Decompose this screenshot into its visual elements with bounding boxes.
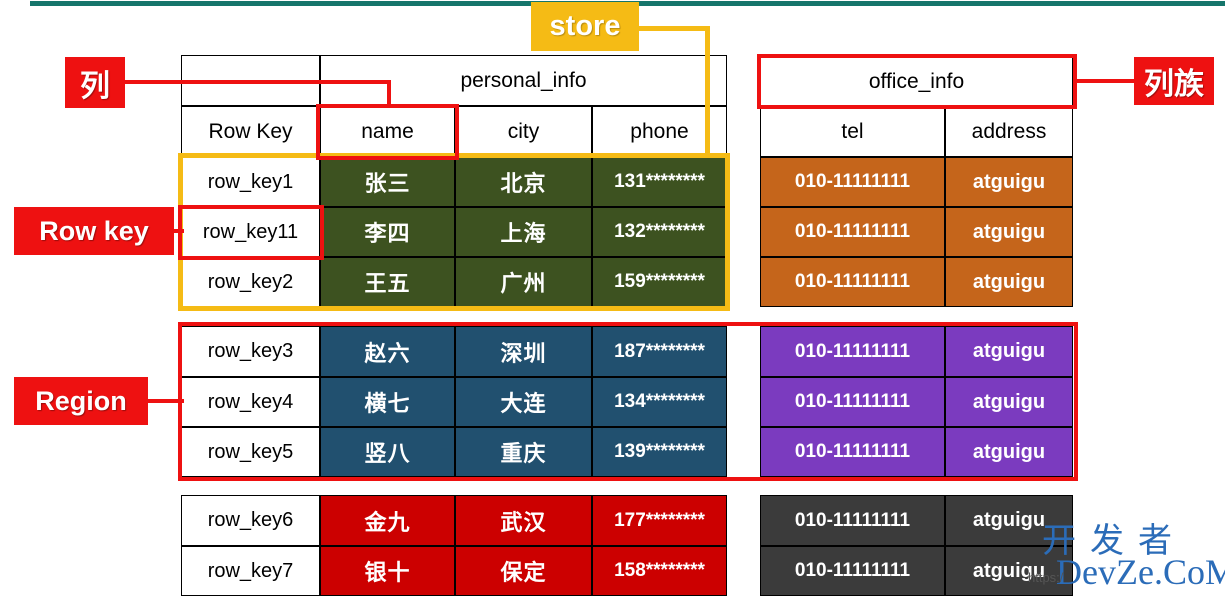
table-cell-name: 金九 xyxy=(320,495,455,546)
table-cell-address: atguigu xyxy=(945,326,1073,377)
table-cell-tel: 010-11111111 xyxy=(760,157,945,207)
table-cell-address: atguigu xyxy=(945,257,1073,307)
table-cell-city: 重庆 xyxy=(455,427,592,477)
table-cell-address: atguigu xyxy=(945,157,1073,207)
table-cell-phone: 158******** xyxy=(592,546,727,596)
label-column-family: 列族 xyxy=(1134,57,1214,105)
table-row-key: row_key5 xyxy=(181,427,320,477)
right-header-tel: tel xyxy=(760,106,945,157)
label-region: Region xyxy=(14,377,148,425)
table-row-key: row_key6 xyxy=(181,495,320,546)
table-row-key: row_key7 xyxy=(181,546,320,596)
watermark-en: DevZe.CoM xyxy=(1056,552,1225,592)
table-row-key: row_key1 xyxy=(181,157,320,207)
table-cell-phone: 177******** xyxy=(592,495,727,546)
table-row-key: row_key2 xyxy=(181,257,320,307)
table-cell-name: 张三 xyxy=(320,157,455,207)
table-row-key: row_key3 xyxy=(181,326,320,377)
table-cell-tel: 010-11111111 xyxy=(760,377,945,427)
table-cell-tel: 010-11111111 xyxy=(760,427,945,477)
left-header-rowkey: Row Key xyxy=(181,106,320,157)
table-cell-tel: 010-11111111 xyxy=(760,495,945,546)
table-cell-name: 王五 xyxy=(320,257,455,307)
left-header-name: name xyxy=(320,106,455,157)
table-cell-city: 北京 xyxy=(455,157,592,207)
table-cell-phone: 187******** xyxy=(592,326,727,377)
store-connector-horizontal xyxy=(636,26,710,31)
left-header-city: city xyxy=(455,106,592,157)
table-cell-city: 深圳 xyxy=(455,326,592,377)
table-cell-address: atguigu xyxy=(945,377,1073,427)
table-cell-name: 赵六 xyxy=(320,326,455,377)
store-connector-vertical xyxy=(705,26,710,158)
table-cell-phone: 131******** xyxy=(592,157,727,207)
right-family-name-cell: office_info xyxy=(760,57,1073,106)
table-row-key: row_key11 xyxy=(181,207,320,257)
label-row-key: Row key xyxy=(14,207,174,255)
table-cell-address: atguigu xyxy=(945,207,1073,257)
table-cell-city: 保定 xyxy=(455,546,592,596)
table-row-key: row_key4 xyxy=(181,377,320,427)
column-connector-vertical xyxy=(387,80,391,108)
table-cell-city: 上海 xyxy=(455,207,592,257)
table-cell-name: 横七 xyxy=(320,377,455,427)
column-family-connector xyxy=(1074,79,1136,83)
table-cell-tel: 010-11111111 xyxy=(760,326,945,377)
table-cell-city: 武汉 xyxy=(455,495,592,546)
table-cell-phone: 134******** xyxy=(592,377,727,427)
table-cell-city: 大连 xyxy=(455,377,592,427)
watermark-url: https:/ xyxy=(1028,570,1064,585)
column-connector-horizontal xyxy=(124,80,391,84)
table-cell-address: atguigu xyxy=(945,427,1073,477)
table-cell-phone: 132******** xyxy=(592,207,727,257)
region-connector xyxy=(146,399,184,403)
right-header-address: address xyxy=(945,106,1073,157)
table-cell-tel: 010-11111111 xyxy=(760,546,945,596)
label-store: store xyxy=(531,2,639,51)
label-column: 列 xyxy=(65,57,125,108)
table-cell-phone: 139******** xyxy=(592,427,727,477)
table-cell-tel: 010-11111111 xyxy=(760,207,945,257)
table-cell-name: 李四 xyxy=(320,207,455,257)
table-cell-name: 银十 xyxy=(320,546,455,596)
table-cell-city: 广州 xyxy=(455,257,592,307)
table-cell-tel: 010-11111111 xyxy=(760,257,945,307)
table-cell-name: 竖八 xyxy=(320,427,455,477)
table-cell-phone: 159******** xyxy=(592,257,727,307)
diagram-canvas: personal_info Row Key name city phone ro… xyxy=(0,0,1225,596)
